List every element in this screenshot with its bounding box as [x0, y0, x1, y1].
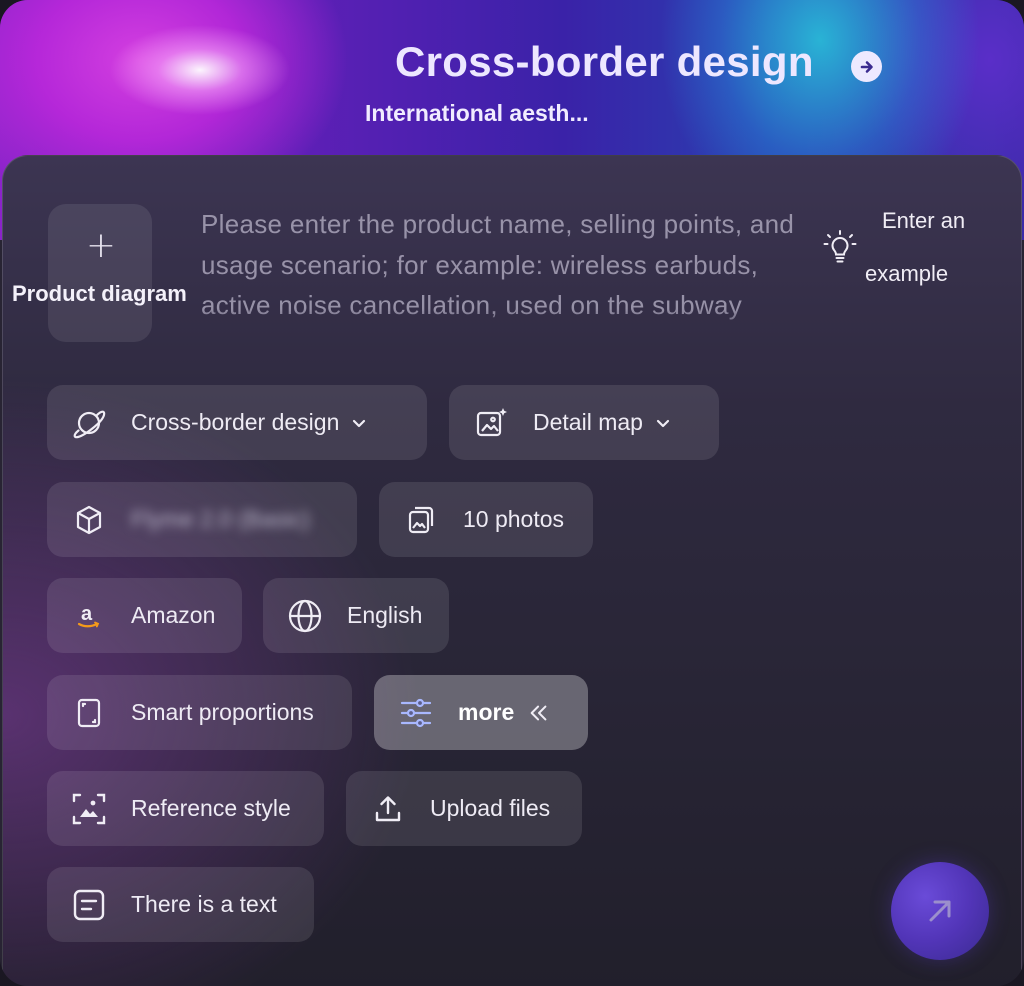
platform-selector[interactable]: a Amazon: [47, 578, 242, 653]
ratio-selector[interactable]: Smart proportions: [47, 675, 352, 750]
output-type-label: Detail map: [533, 409, 643, 435]
reference-style-button[interactable]: Reference style: [47, 771, 324, 846]
title-arrow-icon[interactable]: [851, 51, 882, 82]
category-label: Cross-border design: [131, 409, 340, 435]
ratio-label: Smart proportions: [131, 699, 314, 725]
chevron-down-icon: [349, 412, 371, 434]
sliders-icon: [396, 693, 436, 733]
app-frame: Cross-border design International aesth.…: [0, 0, 1024, 986]
product-diagram-label: Product diagram: [12, 281, 187, 306]
more-options-button[interactable]: more: [374, 675, 588, 750]
image-sparkle-icon: [471, 403, 511, 443]
upload-icon: [368, 789, 408, 829]
page-title: Cross-border design: [395, 38, 814, 85]
cube-icon: [69, 500, 109, 540]
send-button[interactable]: [891, 862, 989, 960]
output-type-dropdown[interactable]: Detail map: [449, 385, 719, 460]
plus-icon: +: [85, 225, 117, 266]
upload-files-button[interactable]: Upload files: [346, 771, 582, 846]
planet-icon: [69, 403, 109, 443]
enter-example-link[interactable]: Enter an: [882, 208, 965, 234]
photo-count-selector[interactable]: 10 photos: [379, 482, 593, 557]
arrow-up-right-icon: [929, 900, 951, 922]
chevron-down-icon: [653, 412, 675, 434]
reference-style-label: Reference style: [131, 795, 291, 821]
aspect-ratio-icon: [69, 693, 109, 733]
globe-icon: [285, 596, 325, 636]
chevron-double-left-icon: [528, 702, 550, 724]
platform-label: Amazon: [131, 602, 216, 628]
photos-icon: [401, 500, 441, 540]
svg-text:a: a: [81, 603, 93, 625]
category-dropdown[interactable]: Cross-border design: [47, 385, 427, 460]
enter-example-link-line2[interactable]: example: [865, 261, 948, 287]
more-label: more: [458, 699, 515, 725]
scan-image-icon: [69, 789, 109, 829]
photo-count-label: 10 photos: [463, 506, 565, 532]
lightbulb-icon[interactable]: [823, 229, 857, 267]
text-option-button[interactable]: There is a text: [47, 867, 314, 942]
page-subtitle: International aesth...: [365, 100, 589, 126]
upload-files-label: Upload files: [430, 795, 551, 821]
model-selector[interactable]: Flyme 2.0 (Basic): [47, 482, 357, 557]
language-label: English: [347, 602, 423, 628]
amazon-icon: a: [69, 596, 109, 636]
language-selector[interactable]: English: [263, 578, 449, 653]
prompt-input[interactable]: Please enter the product name, selling p…: [201, 204, 811, 338]
text-option-label: There is a text: [131, 891, 277, 917]
input-panel: + Product diagram Please enter the produ…: [2, 155, 1022, 986]
text-box-icon: [69, 885, 109, 925]
model-label: Flyme 2.0 (Basic): [131, 506, 310, 532]
